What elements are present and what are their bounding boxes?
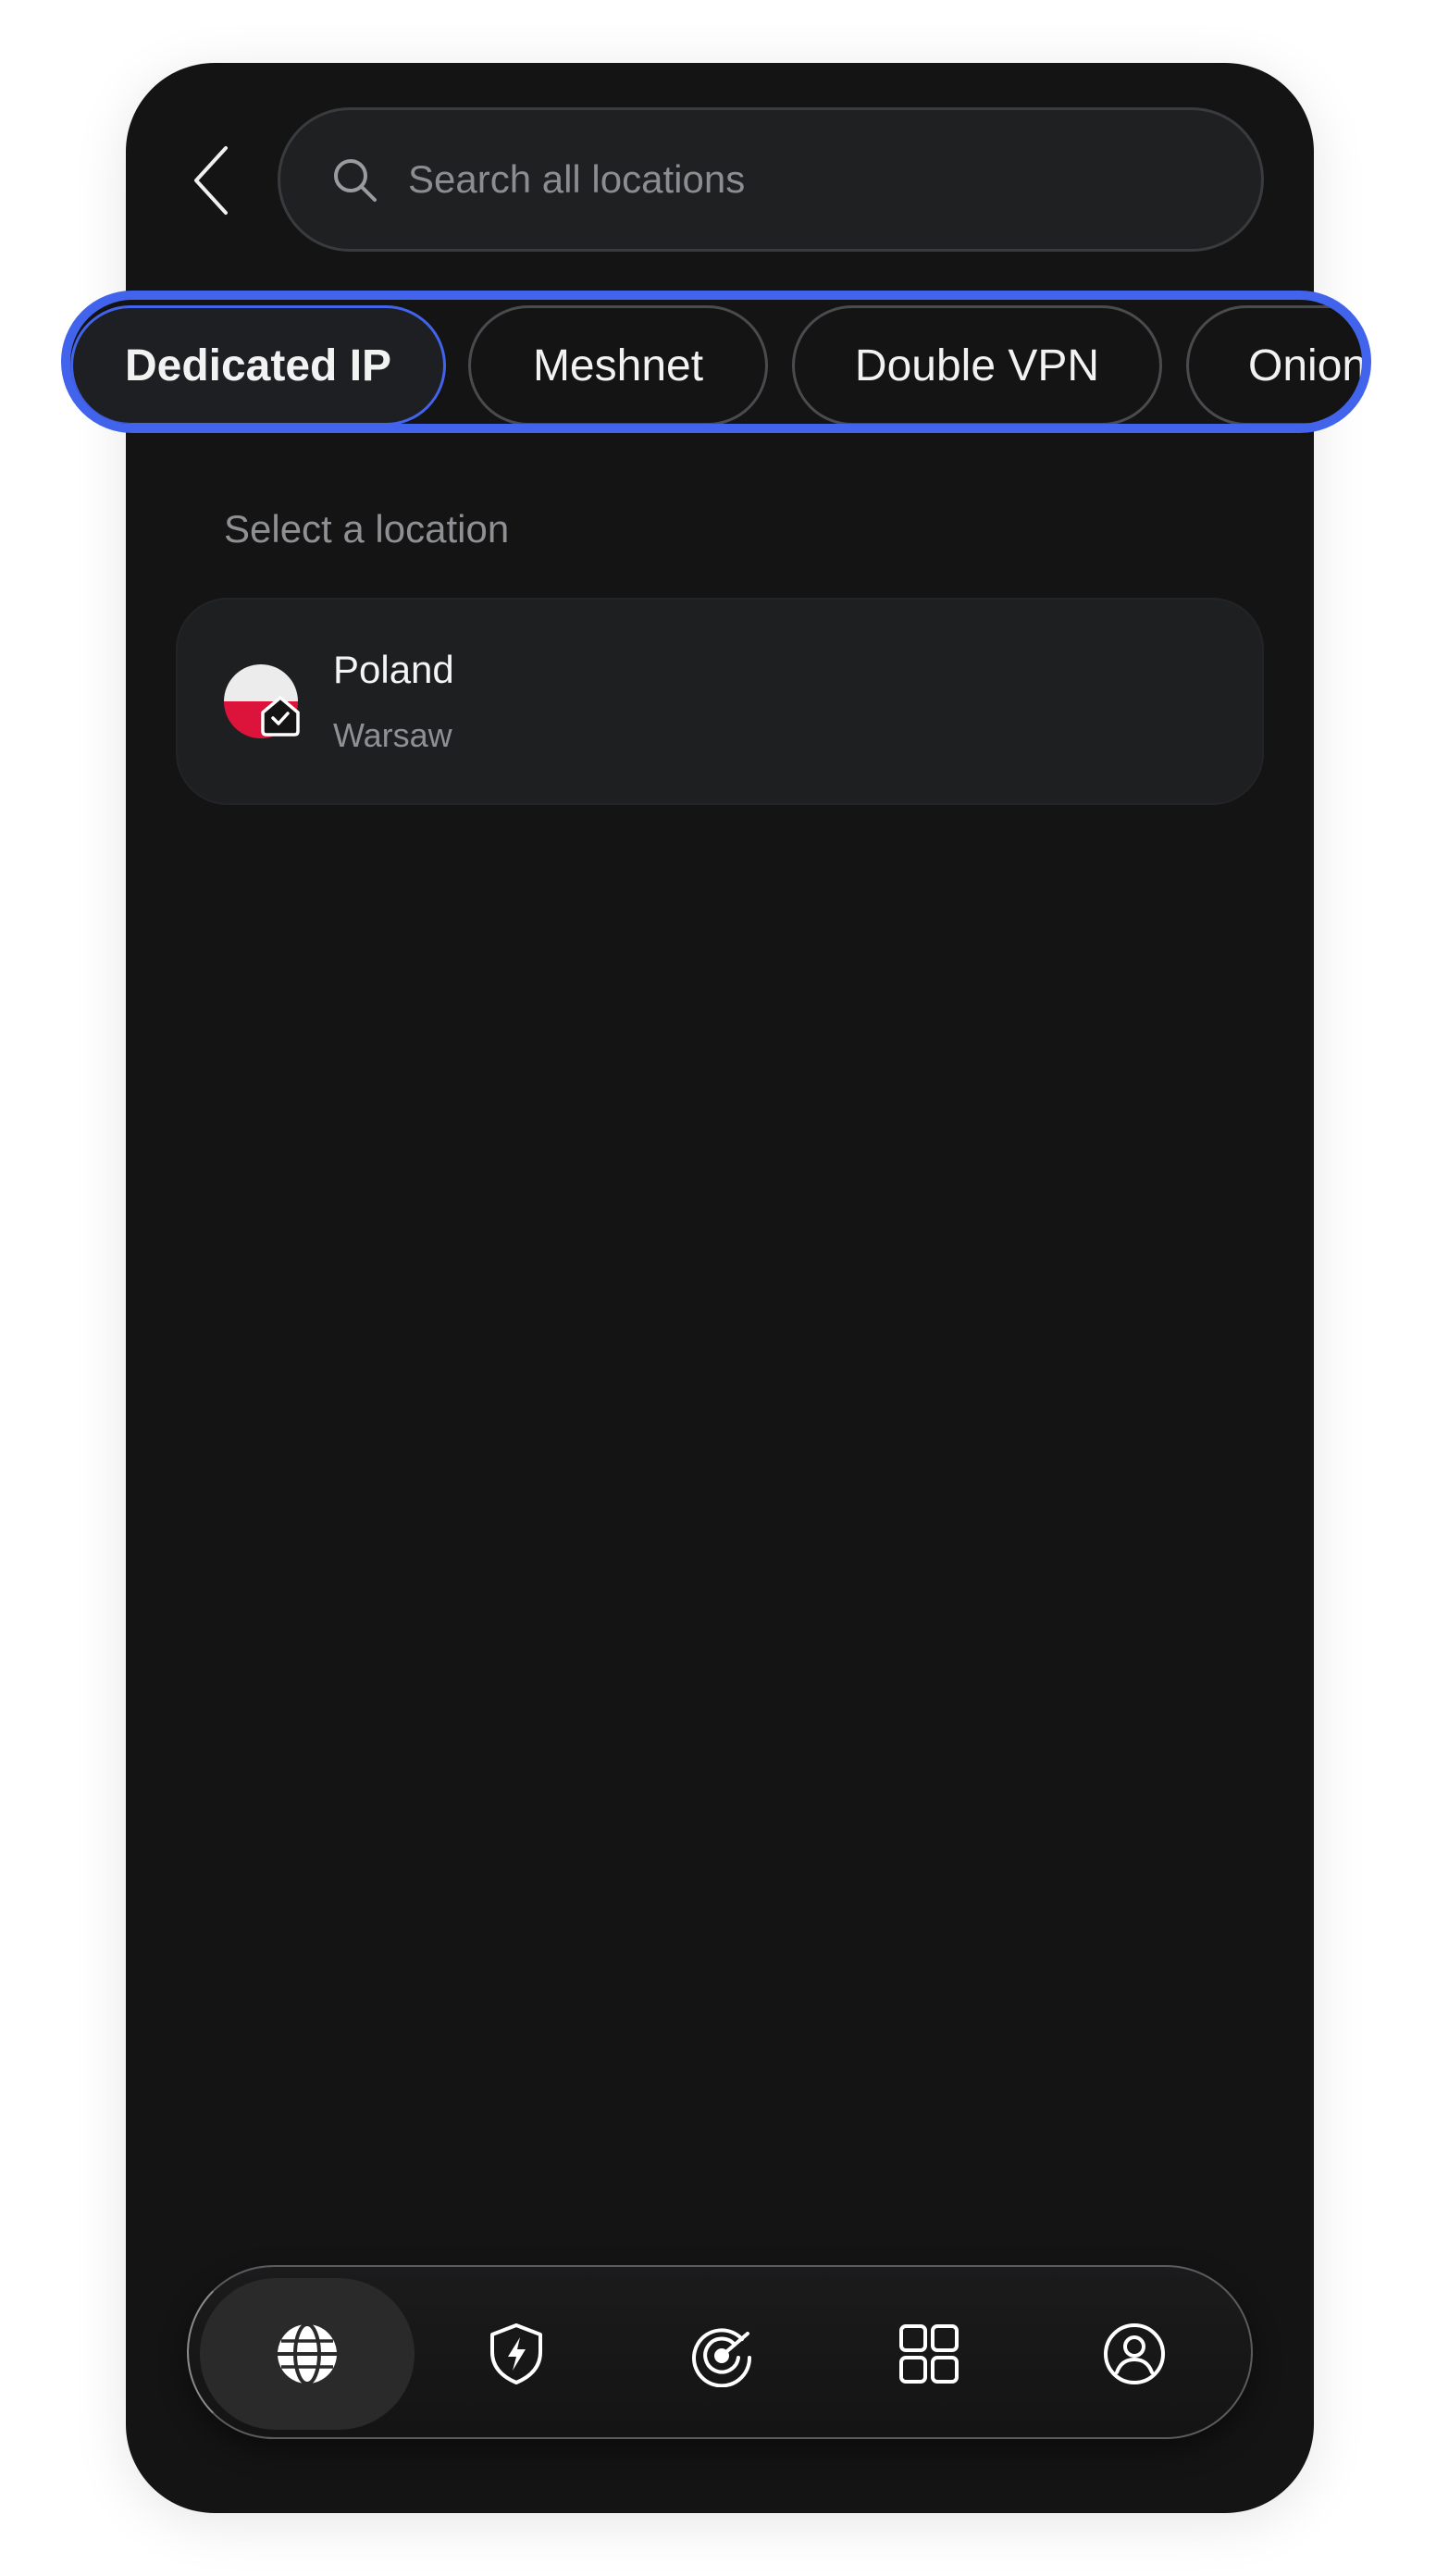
- chip-meshnet[interactable]: Meshnet: [468, 305, 768, 424]
- back-button[interactable]: [181, 139, 241, 222]
- location-item-poland[interactable]: Poland Warsaw: [176, 598, 1264, 805]
- chip-onion[interactable]: Onion: [1186, 305, 1368, 424]
- search-icon: [334, 159, 377, 202]
- chip-label: Double VPN: [854, 341, 1100, 390]
- nav-apps[interactable]: [822, 2278, 1036, 2430]
- filter-chips: Dedicated IP Meshnet Double VPN Onion: [61, 291, 1371, 433]
- nav-profile[interactable]: [1027, 2278, 1242, 2430]
- chip-double-vpn[interactable]: Double VPN: [792, 305, 1162, 424]
- nav-dark-web-monitor[interactable]: [614, 2278, 829, 2430]
- location-city: Warsaw: [333, 716, 452, 754]
- profile-icon: [1104, 2323, 1165, 2384]
- dedicated-ip-home-icon: [261, 696, 300, 737]
- location-country: Poland: [333, 648, 454, 691]
- nav-threat-protection[interactable]: [409, 2278, 624, 2430]
- chevron-left-icon: [194, 146, 228, 215]
- shield-bolt-icon: [490, 2323, 542, 2384]
- grid-icon: [899, 2324, 959, 2384]
- chip-label: Meshnet: [532, 341, 704, 390]
- section-label: Select a location: [224, 507, 510, 551]
- radar-icon: [692, 2328, 752, 2387]
- search-input[interactable]: [406, 109, 1261, 250]
- chip-label: Onion: [1248, 341, 1368, 390]
- bottom-nav: [187, 2265, 1253, 2439]
- chip-label: Dedicated IP: [124, 341, 392, 390]
- globe-icon: [278, 2322, 337, 2385]
- chip-dedicated-ip[interactable]: Dedicated IP: [70, 305, 446, 424]
- nav-locations[interactable]: [200, 2278, 415, 2430]
- search-bar[interactable]: [278, 107, 1264, 252]
